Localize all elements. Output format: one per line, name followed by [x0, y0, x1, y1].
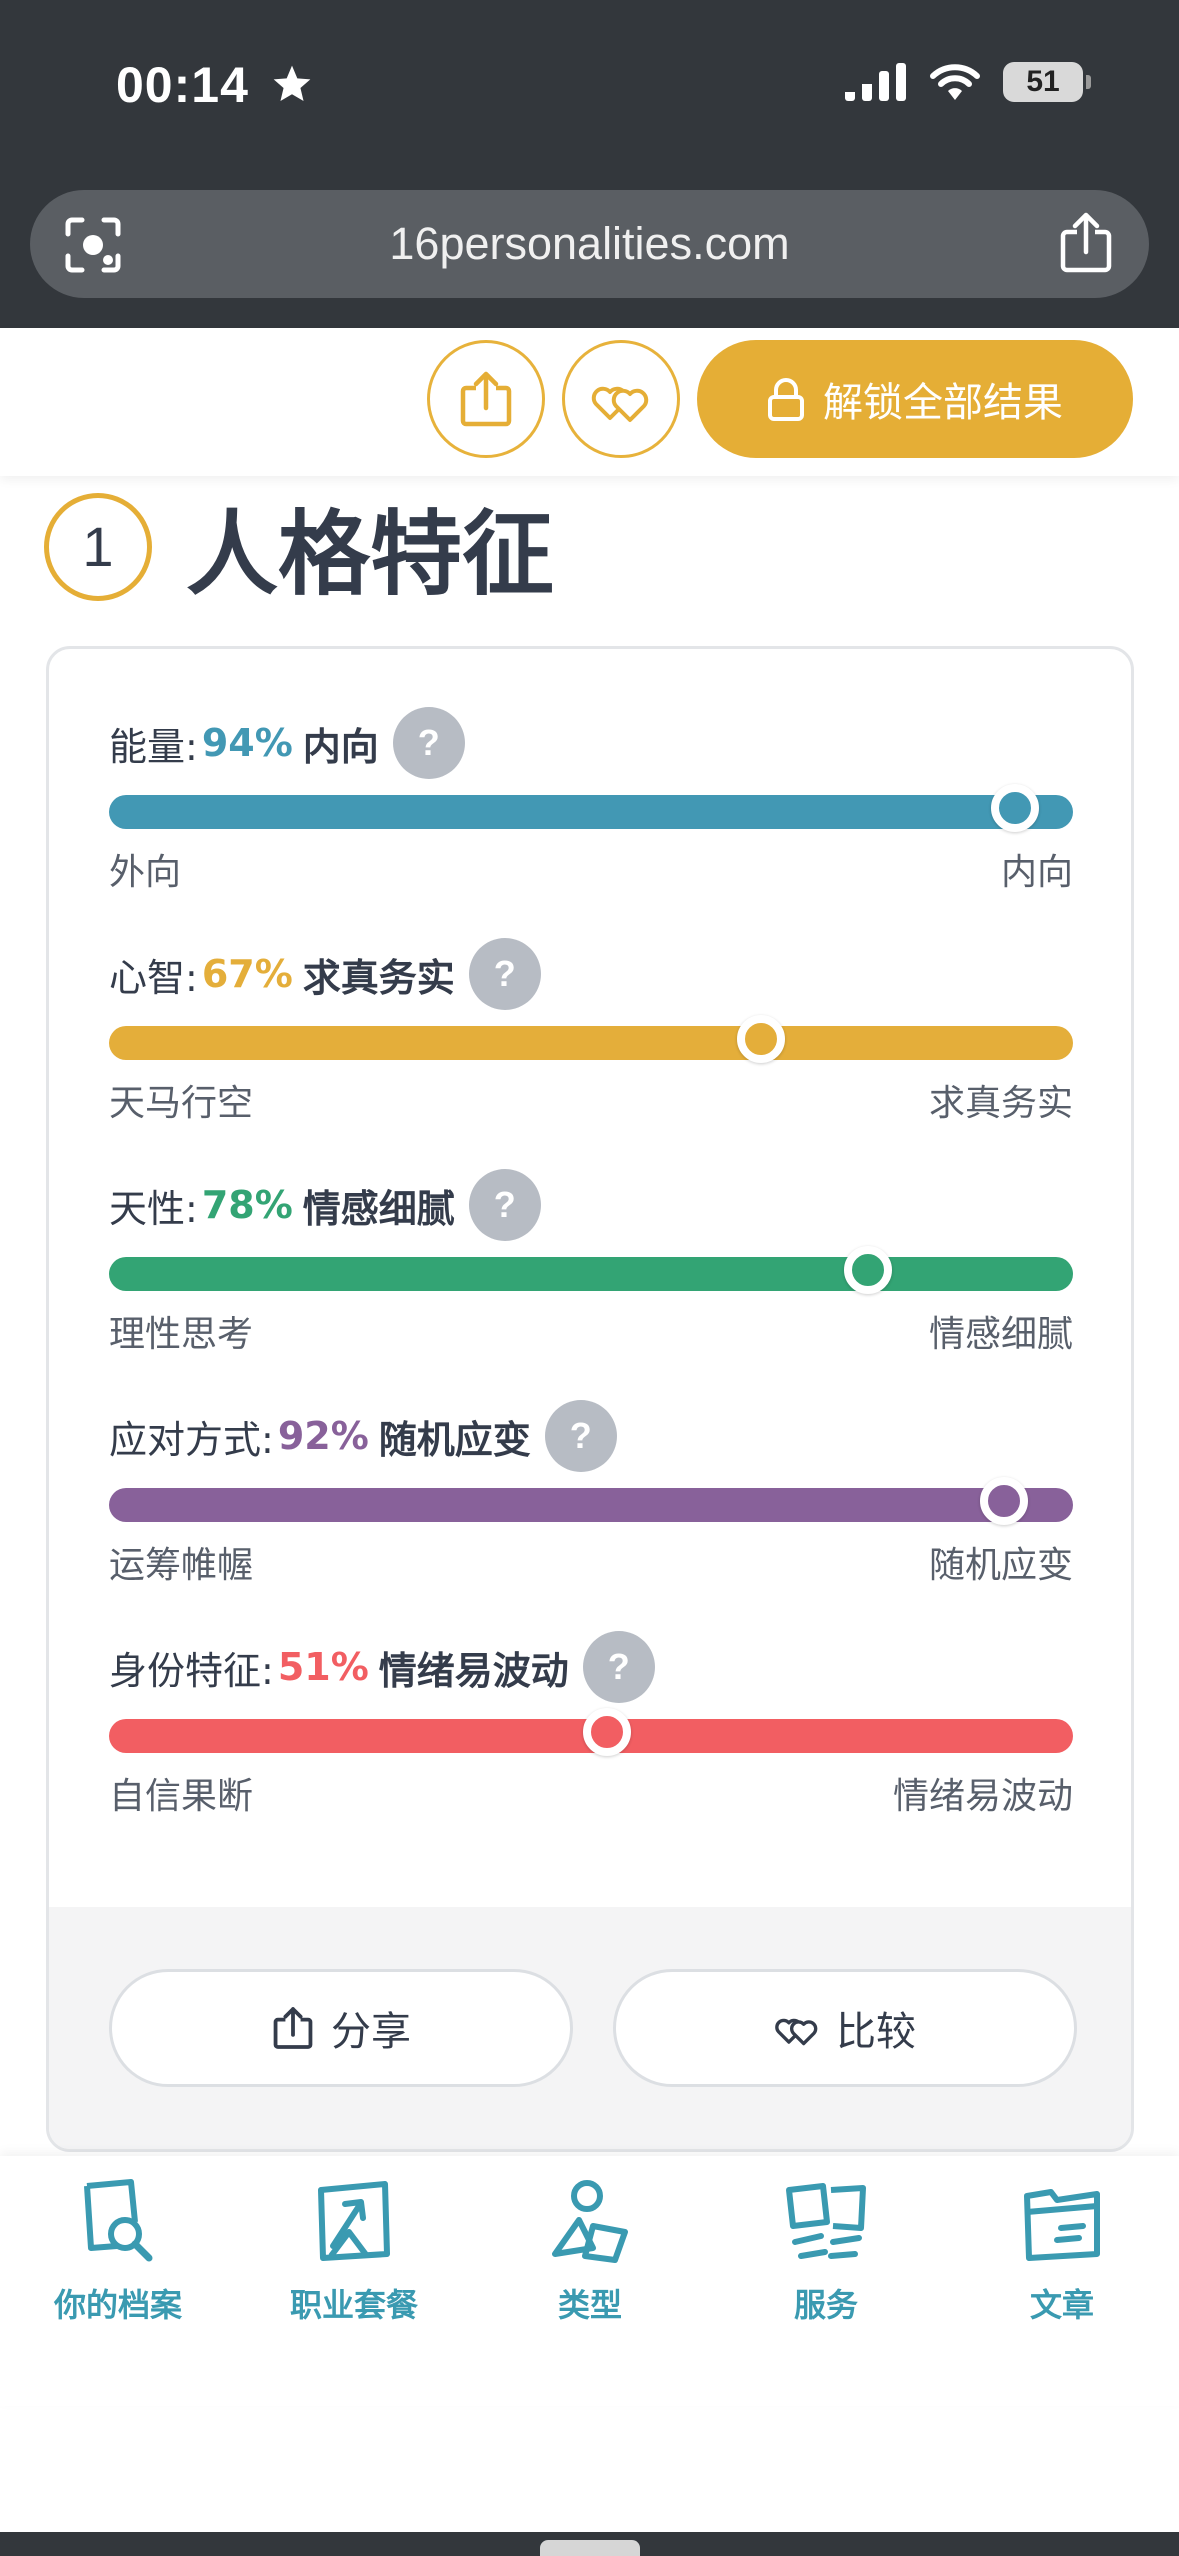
trait-label: 身份特征: — [109, 1648, 274, 1693]
trait-bar — [109, 1477, 1073, 1525]
trait-percent: 67% — [201, 952, 293, 996]
profile-search-icon — [84, 2179, 153, 2262]
share-button[interactable]: 分享 — [109, 1969, 573, 2087]
trait-right-pole: 情感细腻 — [928, 1314, 1073, 1355]
trait-bar — [109, 1246, 1073, 1294]
nav-item-services[interactable]: 服务 — [708, 2176, 944, 2326]
nav-item-career[interactable]: 职业套餐 — [236, 2176, 472, 2326]
trait-nature: 天性: 78% 情感细腻 ? 理性思考 情感细腻 — [109, 1169, 1073, 1357]
help-icon[interactable]: ? — [544, 1400, 617, 1472]
services-icon — [786, 2183, 866, 2259]
url-text[interactable]: 16personalities.com — [389, 218, 789, 270]
trait-bar — [109, 1708, 1073, 1756]
trait-result: 内向 — [302, 724, 379, 769]
trait-identity: 身份特征: 51% 情绪易波动 ? 自信果断 情绪易波动 — [109, 1631, 1073, 1819]
status-time: 00:14 — [116, 56, 314, 114]
trait-label: 应对方式: — [109, 1417, 274, 1462]
nav-item-types[interactable]: 类型 — [472, 2176, 708, 2326]
trait-slider-knob — [736, 1015, 785, 1063]
compare-button[interactable] — [562, 340, 680, 458]
compare-button[interactable]: 比较 — [613, 1969, 1077, 2087]
hearts-icon — [591, 386, 649, 422]
help-icon[interactable]: ? — [468, 1169, 541, 1241]
nav-label: 你的档案 — [53, 2286, 182, 2324]
share-icon — [460, 371, 512, 427]
bottom-navigation: 你的档案 职业套餐 类型 服务 文章 — [0, 2156, 1179, 2406]
share-result-button[interactable] — [427, 340, 545, 458]
trait-label: 能量: — [109, 724, 198, 769]
trait-left-pole: 理性思考 — [109, 1314, 254, 1355]
camera-scan-icon[interactable] — [64, 216, 122, 274]
trait-result: 情绪易波动 — [378, 1648, 569, 1693]
nav-item-articles[interactable]: 文章 — [944, 2176, 1179, 2326]
nav-label: 服务 — [793, 2286, 858, 2324]
browser-chrome: 00:14 51 16personalities.com — [0, 0, 1179, 328]
action-bar: 解锁全部结果 — [0, 328, 1179, 476]
trait-tactics: 应对方式: 92% 随机应变 ? 运筹帷幄 随机应变 — [109, 1400, 1073, 1588]
trait-percent: 78% — [201, 1183, 293, 1227]
nav-item-profile[interactable]: 你的档案 — [0, 2176, 236, 2326]
share-icon[interactable] — [1057, 212, 1115, 274]
trait-label: 天性: — [109, 1186, 198, 1231]
trait-slider-knob — [843, 1246, 892, 1294]
trait-slider-knob — [583, 1708, 632, 1756]
nav-label: 类型 — [557, 2286, 622, 2324]
trait-bar — [109, 1015, 1073, 1063]
home-indicator[interactable] — [540, 2540, 640, 2556]
career-arrow-icon — [318, 2181, 390, 2261]
trait-bar — [109, 784, 1073, 832]
wifi-icon — [930, 64, 980, 100]
unlock-label: 解锁全部结果 — [823, 380, 1063, 426]
trait-mind: 心智: 67% 求真务实 ? 天马行空 求真务实 — [109, 938, 1073, 1126]
section-heading: 1 人格特征 — [44, 480, 554, 613]
trait-left-pole: 自信果断 — [109, 1776, 254, 1817]
share-icon — [273, 2007, 313, 2049]
trait-result: 随机应变 — [378, 1417, 531, 1462]
nav-label: 文章 — [1029, 2286, 1094, 2324]
address-bar[interactable]: 16personalities.com — [30, 190, 1149, 298]
star-icon — [273, 65, 311, 102]
trait-right-pole: 情绪易波动 — [892, 1776, 1073, 1817]
compare-label: 比较 — [836, 2009, 916, 2055]
trait-left-pole: 运筹帷幄 — [109, 1545, 254, 1586]
card-footer: 分享 比较 — [49, 1907, 1131, 2149]
help-icon[interactable]: ? — [468, 938, 541, 1010]
section-title: 人格特征 — [186, 501, 555, 608]
articles-folder-icon — [1024, 2189, 1100, 2261]
trait-percent: 92% — [277, 1414, 369, 1458]
traits-card: 能量: 94% 内向 ? 外向 内向 心智: 67% 求真务实 ? 天马行空 求… — [46, 646, 1134, 2152]
trait-right-pole: 随机应变 — [928, 1545, 1073, 1586]
trait-slider-knob — [991, 784, 1040, 832]
section-number: 1 — [44, 492, 152, 601]
trait-percent: 51% — [277, 1645, 369, 1689]
unlock-all-results-button[interactable]: 解锁全部结果 — [697, 340, 1133, 458]
lock-icon — [768, 378, 804, 421]
nav-label: 职业套餐 — [289, 2286, 418, 2324]
help-icon[interactable]: ? — [582, 1631, 655, 1703]
trait-slider-knob — [979, 1477, 1028, 1525]
trait-left-pole: 外向 — [109, 852, 182, 893]
status-icons: 51 — [845, 62, 1091, 102]
types-shapes-icon — [552, 2180, 628, 2263]
trait-energy: 能量: 94% 内向 ? 外向 内向 — [109, 707, 1073, 895]
trait-left-pole: 天马行空 — [109, 1083, 254, 1124]
cellular-signal-icon — [845, 63, 906, 101]
trait-percent: 94% — [201, 721, 293, 765]
trait-result: 求真务实 — [302, 955, 455, 1000]
trait-result: 情感细腻 — [302, 1186, 455, 1231]
trait-right-pole: 内向 — [1000, 852, 1073, 893]
hearts-icon — [775, 2018, 818, 2046]
share-label: 分享 — [331, 2009, 411, 2055]
trait-right-pole: 求真务实 — [928, 1083, 1073, 1124]
battery-indicator: 51 — [1003, 62, 1091, 102]
trait-label: 心智: — [109, 955, 198, 1000]
help-icon[interactable]: ? — [392, 707, 465, 779]
